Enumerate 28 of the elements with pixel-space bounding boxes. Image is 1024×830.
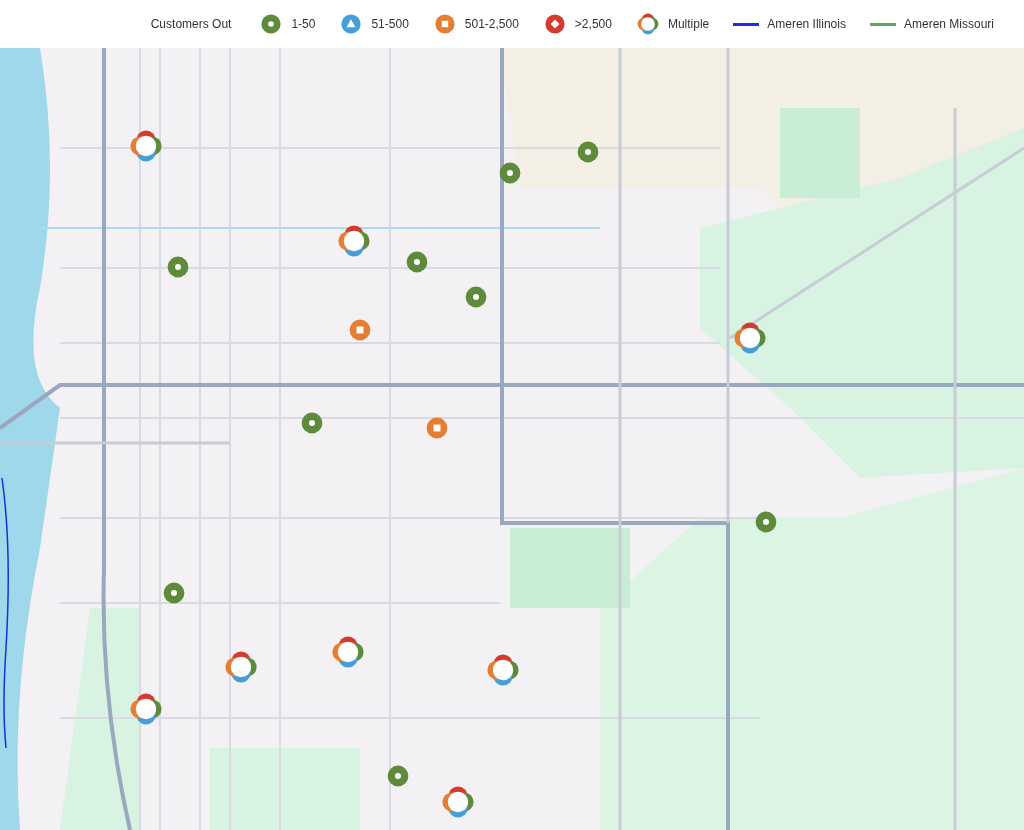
multiple-outage-marker[interactable] [330, 634, 366, 670]
outage-marker[interactable] [424, 415, 450, 441]
legend-label: 501-2,500 [464, 16, 519, 33]
legend-title: Customers Out [150, 16, 232, 33]
outage-marker[interactable] [347, 317, 373, 343]
outage-marker[interactable] [385, 763, 411, 789]
multiple-outage-marker[interactable] [732, 320, 768, 356]
legend-label: Ameren Illinois [767, 16, 846, 33]
multiple-outage-marker[interactable] [440, 784, 476, 820]
outage-marker[interactable] [575, 139, 601, 165]
legend-label: 51-500 [371, 16, 409, 33]
outage-marker[interactable] [404, 249, 430, 275]
outage-marker[interactable] [299, 410, 325, 436]
outage-marker[interactable] [161, 580, 187, 606]
outage-marker[interactable] [463, 284, 489, 310]
legend-label: Multiple [667, 16, 710, 33]
multiple-outage-marker[interactable] [223, 649, 259, 685]
clustered-circles-icon [635, 12, 660, 36]
outage-marker[interactable] [165, 254, 191, 280]
legend-label: 1-50 [291, 16, 316, 33]
legend-label: >2,500 [574, 16, 612, 33]
legend-label: Ameren Missouri [903, 16, 994, 33]
outage-marker[interactable] [497, 160, 523, 186]
outage-marker[interactable] [753, 509, 779, 535]
multiple-outage-marker[interactable] [128, 691, 164, 727]
multiple-outage-marker[interactable] [485, 652, 521, 688]
multiple-outage-marker[interactable] [336, 223, 372, 259]
multiple-outage-marker[interactable] [128, 128, 164, 164]
